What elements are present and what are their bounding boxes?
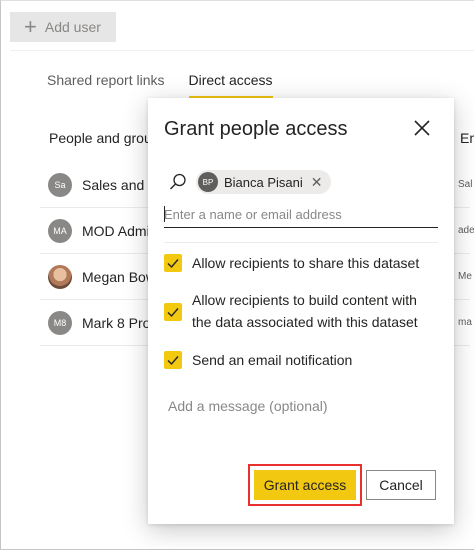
- row-email: Sal: [458, 179, 473, 190]
- dialog-divider: [164, 242, 438, 243]
- text-caret: [164, 206, 165, 222]
- share-label: Allow recipients to share this dataset: [192, 255, 420, 271]
- grant-access-button[interactable]: Grant access: [254, 470, 356, 500]
- add-user-button[interactable]: + Add user: [10, 12, 116, 42]
- email-notification-checkbox[interactable]: [164, 351, 182, 369]
- dialog-title: Grant people access: [164, 118, 348, 140]
- tab-direct-access[interactable]: Direct access: [188, 72, 273, 98]
- email-notification-label: Send an email notification: [192, 352, 353, 368]
- avatar: M8: [48, 310, 72, 335]
- message-input[interactable]: [168, 398, 434, 422]
- grant-access-dialog: Grant people access BP Bianca Pisani ✕ A…: [148, 98, 454, 524]
- share-checkbox[interactable]: [164, 254, 182, 272]
- checkmark-icon: [167, 259, 179, 269]
- avatar: MA: [48, 218, 72, 243]
- name-email-input[interactable]: [164, 202, 438, 228]
- checkmark-icon: [167, 308, 179, 318]
- recipient-pill[interactable]: BP Bianca Pisani ✕: [196, 170, 331, 194]
- avatar-photo: [48, 264, 72, 289]
- row-email: ade: [458, 225, 474, 236]
- option-build: Allow recipients to build content with t…: [164, 291, 438, 333]
- checkmark-icon: [167, 356, 179, 366]
- row-name: MOD Admin: [82, 222, 158, 239]
- close-icon[interactable]: [410, 116, 434, 140]
- column-header-email[interactable]: Em: [460, 130, 474, 146]
- recipient-name: Bianca Pisani: [224, 174, 303, 190]
- build-checkbox[interactable]: [164, 303, 182, 321]
- access-tabs: Shared report links Direct access: [47, 72, 273, 98]
- build-label: Allow recipients to build content with t…: [192, 292, 418, 330]
- add-user-label: Add user: [44, 19, 101, 35]
- row-email: Me: [458, 271, 472, 282]
- option-share: Allow recipients to share this dataset: [164, 254, 438, 274]
- tab-shared-report-links[interactable]: Shared report links: [47, 72, 165, 98]
- row-email: ma: [458, 317, 472, 328]
- toolbar-divider: [10, 50, 474, 51]
- avatar: Sa: [48, 172, 72, 197]
- option-email: Send an email notification: [164, 351, 438, 371]
- plus-icon: +: [24, 14, 37, 39]
- recipient-avatar: BP: [198, 172, 218, 192]
- cancel-button[interactable]: Cancel: [366, 470, 436, 500]
- remove-recipient-icon[interactable]: ✕: [311, 174, 323, 191]
- search-icon: [168, 172, 188, 192]
- column-header-people[interactable]: People and grou: [49, 130, 152, 146]
- row-name: Megan Bow: [82, 268, 156, 285]
